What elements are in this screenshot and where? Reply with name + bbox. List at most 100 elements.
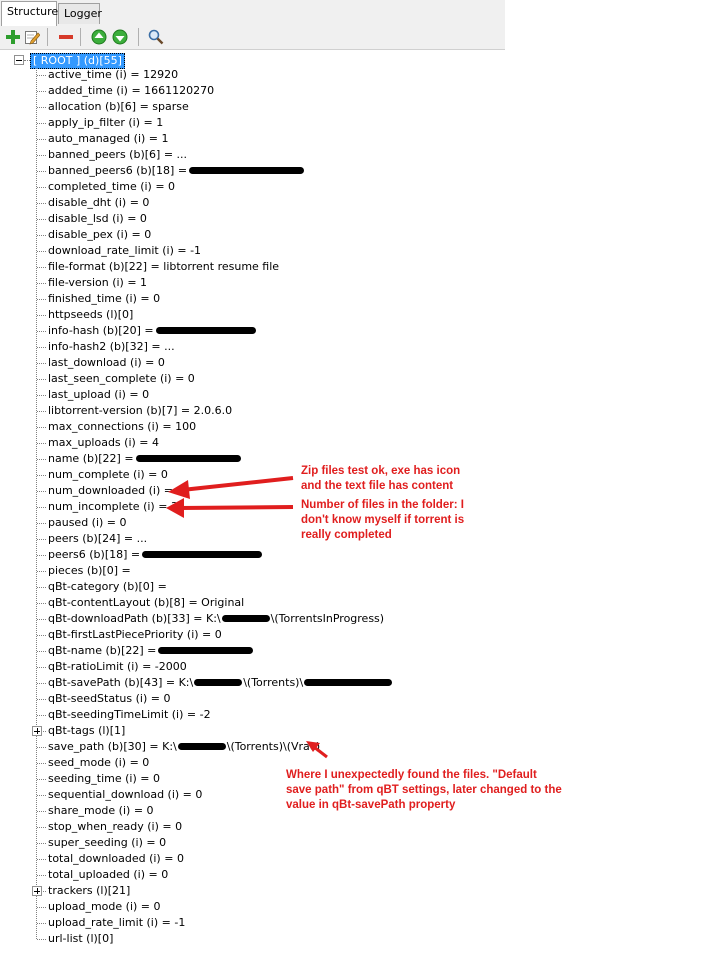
tree-node-label: share_mode (i) = 0 xyxy=(48,804,154,817)
tree-node[interactable]: allocation (b)[6] = sparse xyxy=(48,99,189,115)
tab-logger[interactable]: Logger xyxy=(58,3,102,24)
tree-node[interactable]: qBt-seedingTimeLimit (i) = -2 xyxy=(48,707,211,723)
tree-node[interactable]: libtorrent-version (b)[7] = 2.0.6.0 xyxy=(48,403,232,419)
move-up-icon xyxy=(91,29,107,45)
tree-node[interactable]: super_seeding (i) = 0 xyxy=(48,835,166,851)
tree-node-label: apply_ip_filter (i) = 1 xyxy=(48,116,164,129)
tree-node[interactable]: file-version (i) = 1 xyxy=(48,275,147,291)
tree-node[interactable]: qBt-name (b)[22] = xyxy=(48,643,254,659)
tree-node[interactable]: seeding_time (i) = 0 xyxy=(48,771,160,787)
tree-node[interactable]: qBt-savePath (b)[43] = K:\ \(Torrents)\ xyxy=(48,675,393,691)
tree-node[interactable]: save_path (b)[30] = K:\ \(Torrents)\(Vrac… xyxy=(48,739,320,755)
tree-node[interactable]: stop_when_ready (i) = 0 xyxy=(48,819,182,835)
tree-node[interactable]: info-hash2 (b)[32] = ... xyxy=(48,339,175,355)
tree-node[interactable]: download_rate_limit (i) = -1 xyxy=(48,243,201,259)
tree-node-label: upload_mode (i) = 0 xyxy=(48,900,161,913)
tree-node[interactable]: qBt-tags (l)[1] xyxy=(48,723,125,739)
tree-node[interactable]: finished_time (i) = 0 xyxy=(48,291,160,307)
tree-node-label: qBt-tags (l)[1] xyxy=(48,724,126,737)
annotation-note-1: Zip files test ok, exe has icon and the … xyxy=(301,465,461,492)
remove-button[interactable] xyxy=(57,28,75,46)
tree-node[interactable]: name (b)[22] = xyxy=(48,451,241,467)
redacted-value xyxy=(155,326,256,334)
tree-node[interactable]: peers (b)[24] = ... xyxy=(48,531,147,547)
tree-node[interactable]: banned_peers (b)[6] = ... xyxy=(48,147,187,163)
tree-node[interactable]: disable_lsd (i) = 0 xyxy=(48,211,147,227)
move-down-button[interactable] xyxy=(111,28,129,46)
toolbar-separator xyxy=(138,28,139,46)
tree-node[interactable]: banned_peers6 (b)[18] = xyxy=(48,163,305,179)
tree-node-label: total_uploaded (i) = 0 xyxy=(48,868,169,881)
tree-node-label: qBt-firstLastPiecePriority (i) = 0 xyxy=(48,628,222,641)
tree-node[interactable]: pieces (b)[0] = xyxy=(48,563,131,579)
tree-node[interactable]: active_time (i) = 12920 xyxy=(48,67,178,83)
tree-node[interactable]: completed_time (i) = 0 xyxy=(48,179,175,195)
tree-node[interactable]: qBt-category (b)[0] = xyxy=(48,579,167,595)
tree-node[interactable]: qBt-firstLastPiecePriority (i) = 0 xyxy=(48,627,222,643)
tree-node[interactable]: qBt-ratioLimit (i) = -2000 xyxy=(48,659,187,675)
tree-node-label: last_download (i) = 0 xyxy=(48,356,165,369)
tree-node-label: pieces (b)[0] = xyxy=(48,564,131,577)
tree-node[interactable]: apply_ip_filter (i) = 1 xyxy=(48,115,163,131)
search-button[interactable] xyxy=(147,28,165,46)
tree-node[interactable]: upload_mode (i) = 0 xyxy=(48,899,161,915)
tree-node[interactable]: upload_rate_limit (i) = -1 xyxy=(48,915,185,931)
tree-node-label: save_path (b)[30] = K:\ xyxy=(48,740,177,753)
tree-node[interactable]: paused (i) = 0 xyxy=(48,515,127,531)
tree-node[interactable]: share_mode (i) = 0 xyxy=(48,803,154,819)
tree-node[interactable]: disable_pex (i) = 0 xyxy=(48,227,151,243)
tab-structure[interactable]: Structure xyxy=(1,1,58,26)
root-collapse-toggle[interactable] xyxy=(14,55,24,65)
node-expand-toggle[interactable] xyxy=(32,886,42,896)
tree-node-label: file-format (b)[22] = libtorrent resume … xyxy=(48,260,280,273)
tree-node-label: info-hash (b)[20] = xyxy=(48,324,154,337)
tree-node-label: num_downloaded (i) = 0 xyxy=(48,484,184,497)
tree-node[interactable]: sequential_download (i) = 0 xyxy=(48,787,202,803)
tree-node[interactable]: last_upload (i) = 0 xyxy=(48,387,149,403)
tree-node[interactable]: added_time (i) = 1661120270 xyxy=(48,83,214,99)
redacted-value xyxy=(158,646,254,654)
tree-node[interactable]: peers6 (b)[18] = xyxy=(48,547,263,563)
add-button[interactable] xyxy=(4,28,22,46)
tree-node[interactable]: total_downloaded (i) = 0 xyxy=(48,851,184,867)
redacted-value xyxy=(194,678,243,686)
tree-node-value-suffix: \(Torrents)\ xyxy=(243,676,304,689)
node-expand-toggle[interactable] xyxy=(32,726,42,736)
tree-node[interactable]: qBt-downloadPath (b)[33] = K:\ \(Torrents… xyxy=(48,611,384,627)
tree-node[interactable]: auto_managed (i) = 1 xyxy=(48,131,169,147)
tree-node[interactable]: seed_mode (i) = 0 xyxy=(48,755,149,771)
tree-node[interactable]: last_seen_complete (i) = 0 xyxy=(48,371,195,387)
tree-node[interactable]: file-format (b)[22] = libtorrent resume … xyxy=(48,259,279,275)
tree-node[interactable]: num_incomplete (i) = 3 xyxy=(48,499,178,515)
annotation-note-2: Number of files in the folder: I don't k… xyxy=(301,499,465,541)
tree-node[interactable]: httpseeds (l)[0] xyxy=(48,307,133,323)
tree-node[interactable]: total_uploaded (i) = 0 xyxy=(48,867,168,883)
tree-node-label: num_incomplete (i) = 3 xyxy=(48,500,178,513)
tree-node[interactable]: url-list (l)[0] xyxy=(48,931,113,947)
tree-node[interactable]: num_complete (i) = 0 xyxy=(48,467,168,483)
tree-node-label: seeding_time (i) = 0 xyxy=(48,772,160,785)
tree-node[interactable]: qBt-contentLayout (b)[8] = Original xyxy=(48,595,244,611)
tree-node-label: qBt-name (b)[22] = xyxy=(48,644,157,657)
tree-node-label: max_uploads (i) = 4 xyxy=(48,436,160,449)
tree-node-label: file-version (i) = 1 xyxy=(48,276,148,289)
tree-node-label: disable_lsd (i) = 0 xyxy=(48,212,147,225)
tree-node[interactable]: max_uploads (i) = 4 xyxy=(48,435,159,451)
tree-node-label: num_complete (i) = 0 xyxy=(48,468,168,481)
tree-node-label: trackers (l)[21] xyxy=(48,884,131,897)
tree-node[interactable]: info-hash (b)[20] = xyxy=(48,323,256,339)
redacted-value xyxy=(189,166,305,174)
move-up-button[interactable] xyxy=(90,28,108,46)
tree-node[interactable]: last_download (i) = 0 xyxy=(48,355,165,371)
edit-button[interactable] xyxy=(23,28,41,46)
tree-node[interactable]: trackers (l)[21] xyxy=(48,883,130,899)
redacted-value xyxy=(142,550,263,558)
tree-node[interactable]: qBt-seedStatus (i) = 0 xyxy=(48,691,170,707)
tree-node-label: peers6 (b)[18] = xyxy=(48,548,141,561)
tree-node-label: sequential_download (i) = 0 xyxy=(48,788,203,801)
tree-node[interactable]: num_downloaded (i) = 0 xyxy=(48,483,183,499)
tree-node-label: seed_mode (i) = 0 xyxy=(48,756,150,769)
tree-node[interactable]: disable_dht (i) = 0 xyxy=(48,195,149,211)
toolbar-separator xyxy=(47,28,48,46)
tree-node[interactable]: max_connections (i) = 100 xyxy=(48,419,196,435)
